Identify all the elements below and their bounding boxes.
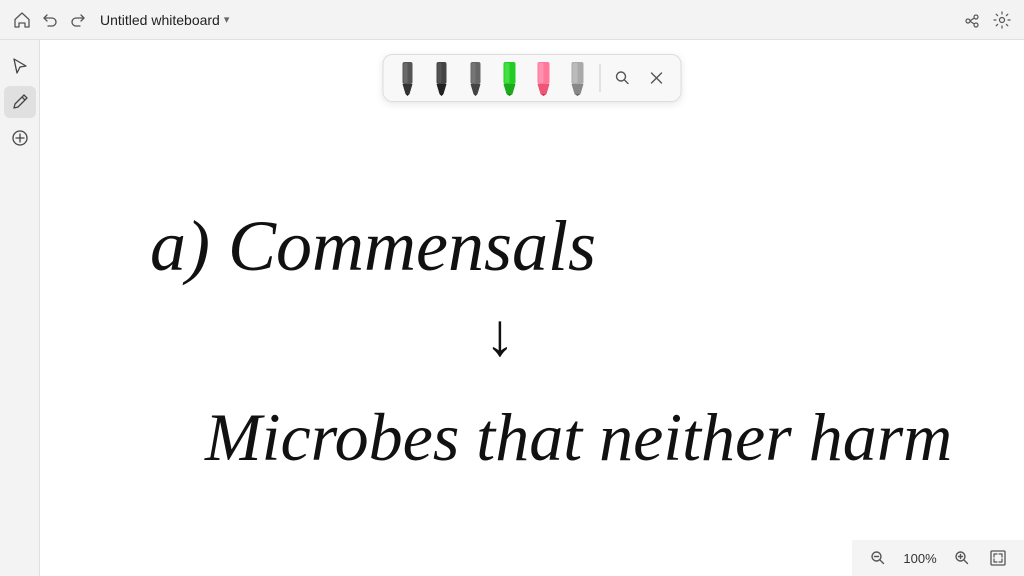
canvas-area[interactable]: a) Commensals ↓ Microbes that neither ha… [40,40,1024,576]
share-icon[interactable] [962,10,982,30]
bottom-bar: 100% [852,540,1024,576]
svg-text:Microbes that neither harm: Microbes that neither harm [204,399,952,475]
document-title[interactable]: Untitled whiteboard ▾ [100,12,229,28]
fit-screen-button[interactable] [984,544,1012,572]
pen-toolbar [383,54,682,102]
pen-pink[interactable] [530,60,558,96]
main-area: a) Commensals ↓ Microbes that neither ha… [0,40,1024,576]
pen-black1[interactable] [394,60,422,96]
pen-dark[interactable] [462,60,490,96]
close-button[interactable] [643,64,671,92]
pen-gray[interactable] [564,60,592,96]
add-tool-button[interactable] [4,122,36,154]
zoom-level: 100% [900,551,940,566]
whiteboard-content: a) Commensals ↓ Microbes that neither ha… [40,40,1024,576]
pen-tool-button[interactable] [4,86,36,118]
undo-icon[interactable] [40,10,60,30]
title-bar: Untitled whiteboard ▾ [0,0,1024,40]
zoom-out-button[interactable] [864,544,892,572]
toolbar-separator [600,64,601,92]
pen-green[interactable] [496,60,524,96]
chevron-down-icon: ▾ [224,13,230,26]
settings-icon[interactable] [992,10,1012,30]
pen-black2[interactable] [428,60,456,96]
title-text: Untitled whiteboard [100,12,220,28]
left-toolbar [0,40,40,576]
redo-icon[interactable] [68,10,88,30]
search-button[interactable] [609,64,637,92]
svg-text:a) Commensals: a) Commensals [150,206,596,286]
zoom-in-button[interactable] [948,544,976,572]
home-icon[interactable] [12,10,32,30]
select-tool-button[interactable] [4,50,36,82]
svg-text:↓: ↓ [485,302,515,368]
